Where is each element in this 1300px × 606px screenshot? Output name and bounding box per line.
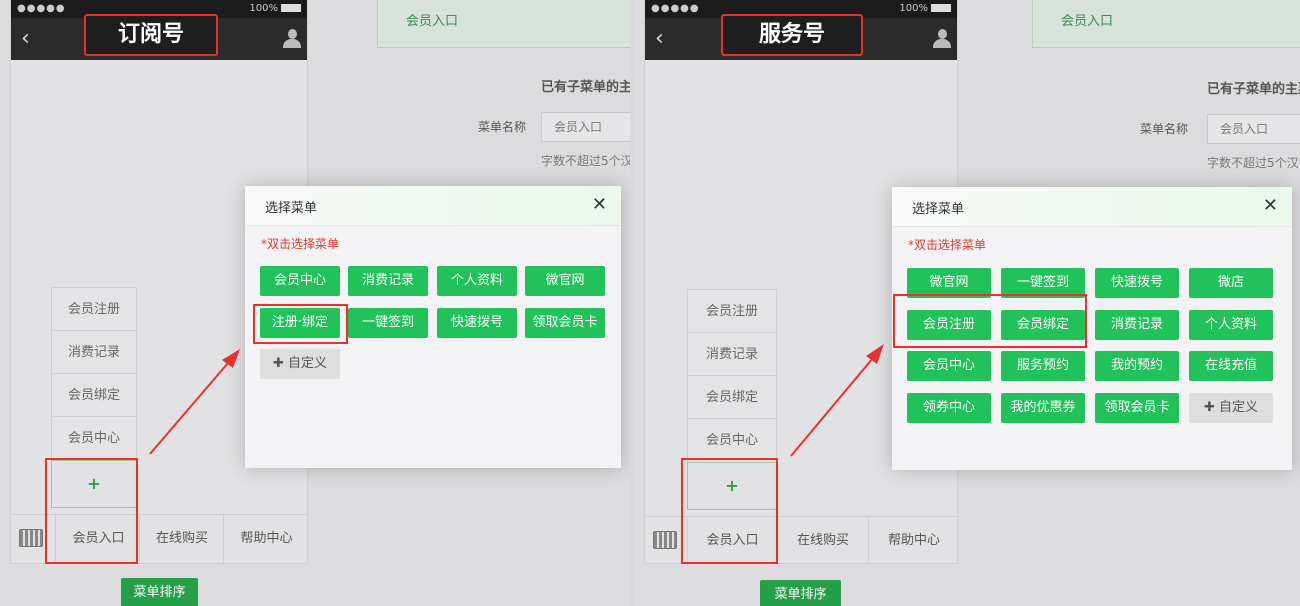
left-highlight-entry-frame xyxy=(45,458,138,564)
menu-option-button[interactable]: 个人资料 xyxy=(1189,310,1273,340)
left-menu-name-label: 菜单名称 xyxy=(478,120,527,134)
submenu-item[interactable]: 消费记录 xyxy=(688,333,776,376)
menu-option-button[interactable]: 领取会员卡 xyxy=(1095,393,1179,423)
dialog-title: 选择菜单 xyxy=(912,202,965,217)
menu-option-button[interactable]: 领取会员卡 xyxy=(525,308,605,338)
keyboard-icon[interactable] xyxy=(653,531,677,549)
dialog-hint: *双击选择菜单 xyxy=(908,238,987,252)
right-has-submenu-text: 已有子菜单的主菜 xyxy=(1207,82,1300,97)
close-icon[interactable]: ✕ xyxy=(1263,195,1278,216)
submenu-item[interactable]: 会员中心 xyxy=(688,419,776,462)
bottom-menu-help-center[interactable]: 帮助中心 xyxy=(223,515,309,563)
left-sort-menu-button[interactable]: 菜单排序 xyxy=(121,578,198,606)
left-select-menu-dialog: 选择菜单 ✕ *双击选择菜单 会员中心 消费记录 个人资料 微官网 注册·绑定 … xyxy=(245,186,621,468)
custom-menu-button[interactable]: ✚ 自定义 xyxy=(260,349,340,379)
keyboard-icon[interactable] xyxy=(19,529,43,547)
dialog-title: 选择菜单 xyxy=(265,201,318,216)
dialog-header: 选择菜单 ✕ xyxy=(245,186,621,226)
right-panel: ●●●●● 100% ‹ 服务号 会员注册 消费记录 会员绑定 会员中心 + 会… xyxy=(634,0,1300,606)
left-nav-bar: ‹ 订阅号 xyxy=(11,14,307,60)
menu-option-button[interactable]: 我的优惠券 xyxy=(1001,393,1085,423)
right-highlight-entry-frame xyxy=(681,458,778,564)
submenu-item[interactable]: 会员中心 xyxy=(52,417,136,460)
signal-dots: ●●●●● xyxy=(651,3,700,14)
left-highlight-register-bind-frame xyxy=(253,304,348,344)
right-menu-entry-label[interactable]: 会员入口 xyxy=(1032,0,1300,48)
menu-option-button[interactable]: 服务预约 xyxy=(1001,351,1085,381)
user-icon[interactable] xyxy=(933,29,951,49)
menu-option-button[interactable]: 个人资料 xyxy=(437,266,517,296)
right-submenu: 会员注册 消费记录 会员绑定 会员中心 xyxy=(687,289,777,463)
left-menu-name-hint: 字数不超过5个汉字 xyxy=(541,154,630,168)
bottom-menu-online-buy[interactable]: 在线购买 xyxy=(139,515,224,563)
menu-option-button[interactable]: 会员中心 xyxy=(907,351,991,381)
battery-icon xyxy=(931,4,951,12)
user-icon[interactable] xyxy=(283,29,301,49)
right-menu-name-hint: 字数不超过5个汉字 xyxy=(1207,156,1300,170)
right-account-type-title: 服务号 xyxy=(721,14,863,56)
left-account-type-title: 订阅号 xyxy=(84,14,218,56)
bottom-menu-help-center[interactable]: 帮助中心 xyxy=(868,517,959,565)
left-submenu: 会员注册 消费记录 会员绑定 会员中心 xyxy=(51,287,137,461)
right-sort-menu-button[interactable]: 菜单排序 xyxy=(760,580,841,606)
back-icon[interactable]: ‹ xyxy=(655,26,664,51)
submenu-item[interactable]: 会员注册 xyxy=(688,290,776,333)
menu-option-button[interactable]: 领券中心 xyxy=(907,393,991,423)
battery-indicator: 100% xyxy=(249,3,301,14)
bottom-menu-online-buy[interactable]: 在线购买 xyxy=(777,517,868,565)
battery-icon xyxy=(281,4,301,12)
submenu-item[interactable]: 会员绑定 xyxy=(52,374,136,417)
signal-dots: ●●●●● xyxy=(17,3,66,14)
back-icon[interactable]: ‹ xyxy=(21,26,30,51)
menu-option-button[interactable]: 快速拨号 xyxy=(1095,268,1179,298)
left-has-submenu-text: 已有子菜单的主菜 xyxy=(541,80,630,95)
menu-option-button[interactable]: 消费记录 xyxy=(348,266,428,296)
submenu-item[interactable]: 会员绑定 xyxy=(688,376,776,419)
right-highlight-register-bind-frame xyxy=(893,294,1087,348)
right-nav-bar: ‹ 服务号 xyxy=(645,14,957,60)
menu-option-button[interactable]: 会员中心 xyxy=(260,266,340,296)
right-menu-name-label: 菜单名称 xyxy=(1140,122,1189,136)
submenu-item[interactable]: 消费记录 xyxy=(52,331,136,374)
menu-option-button[interactable]: 微官网 xyxy=(525,266,605,296)
left-menu-entry-label[interactable]: 会员入口 xyxy=(377,0,630,48)
custom-menu-button[interactable]: ✚ 自定义 xyxy=(1189,393,1273,423)
submenu-item[interactable]: 会员注册 xyxy=(52,288,136,331)
dialog-header: 选择菜单 ✕ xyxy=(892,187,1292,227)
battery-indicator: 100% xyxy=(899,3,951,14)
dialog-hint: *双击选择菜单 xyxy=(261,237,340,251)
close-icon[interactable]: ✕ xyxy=(592,194,607,215)
menu-option-button[interactable]: 微店 xyxy=(1189,268,1273,298)
menu-option-button[interactable]: 快速拨号 xyxy=(437,308,517,338)
right-menu-name-input[interactable]: 会员入口 xyxy=(1207,114,1300,144)
menu-option-button[interactable]: 在线充值 xyxy=(1189,351,1273,381)
menu-option-button[interactable]: 消费记录 xyxy=(1095,310,1179,340)
menu-option-button[interactable]: 一键签到 xyxy=(348,308,428,338)
menu-option-button[interactable]: 我的预约 xyxy=(1095,351,1179,381)
right-select-menu-dialog: 选择菜单 ✕ *双击选择菜单 微官网 一键签到 快速拨号 微店 会员注册 会员绑… xyxy=(892,187,1292,470)
left-panel: ●●●●● 100% ‹ 订阅号 会员注册 消费记录 会员绑定 会员中心 + 会… xyxy=(0,0,630,606)
left-menu-name-input[interactable]: 会员入口 xyxy=(541,112,630,142)
